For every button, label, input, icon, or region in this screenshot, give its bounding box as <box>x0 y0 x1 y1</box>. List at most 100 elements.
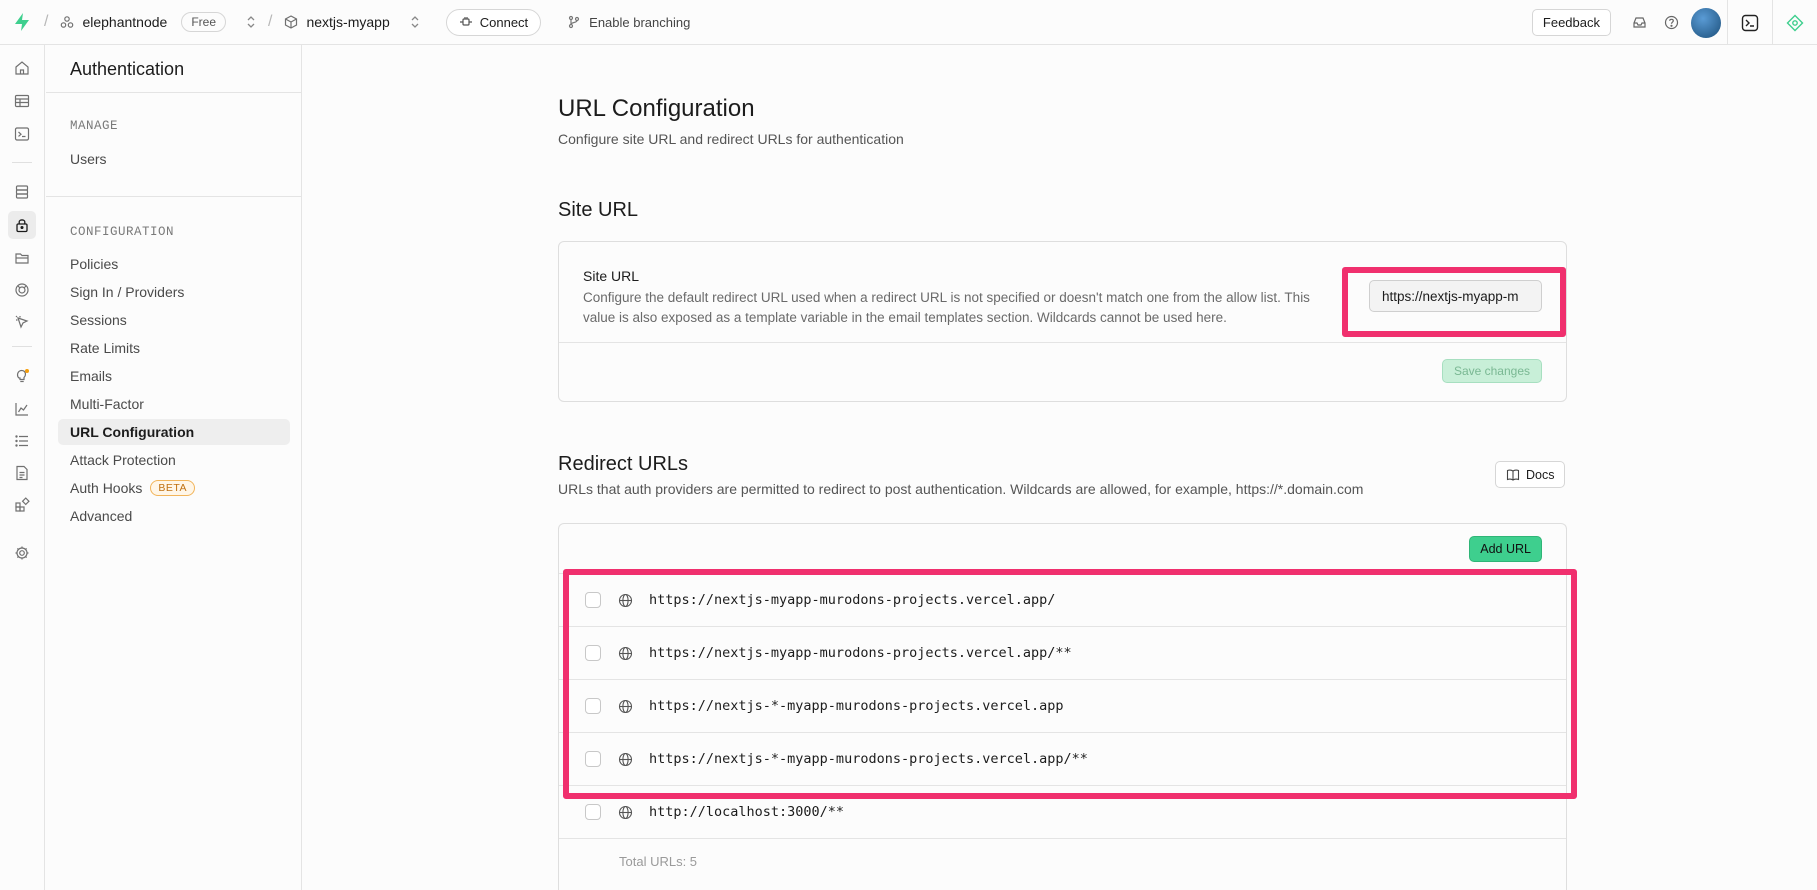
sidebar-item-multi-factor[interactable]: Multi-Factor <box>58 391 290 417</box>
sidebar-item-sign-in-providers[interactable]: Sign In / Providers <box>58 279 290 305</box>
integrations-icon[interactable] <box>8 491 36 519</box>
org-icon <box>60 15 74 29</box>
rail-divider <box>12 346 32 347</box>
home-icon[interactable] <box>8 54 36 82</box>
breadcrumb-separator: / <box>44 13 49 30</box>
reports-chart-icon[interactable] <box>8 395 36 423</box>
save-changes-button[interactable]: Save changes <box>1441 359 1542 383</box>
main-content: URL Configuration Configure site URL and… <box>302 45 1817 890</box>
row-checkbox[interactable] <box>585 751 601 767</box>
top-bar: / elephantnode Free / nextjs-myapp Conne… <box>0 0 1817 45</box>
breadcrumb-separator: / <box>268 13 273 30</box>
plan-badge: Free <box>181 12 227 32</box>
site-url-heading: Site URL <box>558 199 639 221</box>
divider <box>559 342 1566 343</box>
auth-sidebar: Authentication MANAGE Users CONFIGURATIO… <box>46 45 302 890</box>
connect-button[interactable]: Connect <box>445 8 542 36</box>
list-item: https://nextjs-myapp-murodons-projects.v… <box>559 573 1566 626</box>
list-footer: Total URLs: 5 <box>559 838 1566 883</box>
globe-icon <box>617 645 633 661</box>
sidebar-item-policies[interactable]: Policies <box>58 251 290 277</box>
edge-functions-icon[interactable] <box>8 308 36 336</box>
logs-list-icon[interactable] <box>8 427 36 455</box>
list-item: http://localhost:3000/** <box>559 785 1566 838</box>
icon-rail <box>0 45 45 890</box>
globe-icon <box>617 804 633 820</box>
realtime-icon[interactable] <box>8 276 36 304</box>
globe-icon <box>617 592 633 608</box>
sidebar-item-advanced[interactable]: Advanced <box>58 503 290 529</box>
storage-icon[interactable] <box>8 244 36 272</box>
row-checkbox[interactable] <box>585 645 601 661</box>
redirect-url-text: http://localhost:3000/** <box>649 804 845 820</box>
table-editor-icon[interactable] <box>8 87 36 115</box>
sidebar-item-rate-limits[interactable]: Rate Limits <box>58 335 290 361</box>
connect-label: Connect <box>479 14 529 30</box>
globe-icon <box>617 751 633 767</box>
sql-editor-icon[interactable] <box>8 120 36 148</box>
sidebar-item-label: Auth Hooks <box>70 480 143 496</box>
sidebar-item-url-configuration[interactable]: URL Configuration <box>58 419 290 445</box>
site-url-label: Site URL <box>583 268 640 284</box>
divider <box>46 92 302 93</box>
beta-badge: BETA <box>150 480 196 496</box>
sidebar-title: Authentication <box>70 59 185 79</box>
inbox-icon[interactable] <box>1623 7 1655 39</box>
help-icon[interactable] <box>1655 7 1687 39</box>
add-url-button[interactable]: Add URL <box>1469 536 1542 562</box>
sidebar-item-attack-protection[interactable]: Attack Protection <box>58 447 290 473</box>
terminal-icon[interactable] <box>1728 0 1772 45</box>
list-item: https://nextjs-*-myapp-murodons-projects… <box>559 679 1566 732</box>
list-item: https://nextjs-myapp-murodons-projects.v… <box>559 626 1566 679</box>
auth-lock-icon[interactable] <box>8 211 36 239</box>
sidebar-item-emails[interactable]: Emails <box>58 363 290 389</box>
plug-icon <box>459 17 472 26</box>
section-heading-manage: MANAGE <box>70 119 119 133</box>
globe-icon <box>617 698 633 714</box>
redirect-url-text: https://nextjs-*-myapp-murodons-projects… <box>649 698 1064 714</box>
page-subtitle: Configure site URL and redirect URLs for… <box>558 131 904 147</box>
box-icon <box>284 15 298 29</box>
docs-button[interactable]: Docs <box>1495 461 1566 488</box>
branch-icon <box>569 15 580 29</box>
divider <box>46 196 302 197</box>
settings-gear-icon[interactable] <box>8 539 36 567</box>
avatar[interactable] <box>1691 7 1721 38</box>
project-selector[interactable]: nextjs-myapp <box>284 14 419 30</box>
redirect-url-text: https://nextjs-myapp-murodons-projects.v… <box>649 645 1072 661</box>
branching-label: Enable branching <box>589 14 691 30</box>
row-checkbox[interactable] <box>585 698 601 714</box>
redirect-url-text: https://nextjs-myapp-murodons-projects.v… <box>649 592 1056 608</box>
rail-divider <box>12 162 32 163</box>
total-urls-count: Total URLs: 5 <box>619 853 698 869</box>
list-item: https://nextjs-*-myapp-murodons-projects… <box>559 732 1566 785</box>
page-title: URL Configuration <box>558 95 755 122</box>
redirect-urls-heading: Redirect URLs <box>558 453 689 475</box>
sidebar-item-sessions[interactable]: Sessions <box>58 307 290 333</box>
project-name: nextjs-myapp <box>306 14 390 30</box>
sidebar-item-auth-hooks[interactable]: Auth Hooks BETA <box>58 475 290 501</box>
chevron-updown-icon[interactable] <box>246 15 256 29</box>
enable-branching-button[interactable]: Enable branching <box>567 15 690 30</box>
row-checkbox[interactable] <box>585 592 601 608</box>
redirect-urls-card: Add URL https://nextjs-myapp-murodons-pr… <box>558 523 1567 890</box>
feedback-button[interactable]: Feedback <box>1531 9 1611 36</box>
org-name: elephantnode <box>82 14 168 30</box>
section-heading-configuration: CONFIGURATION <box>70 225 175 239</box>
org-selector[interactable]: elephantnode Free <box>60 12 256 32</box>
database-icon[interactable] <box>8 178 36 206</box>
docs-label: Docs <box>1526 467 1555 482</box>
assistant-icon[interactable] <box>1773 0 1817 45</box>
advisors-lightbulb-icon[interactable] <box>8 362 36 390</box>
redirect-urls-description: URLs that auth providers are permitted t… <box>558 481 1364 497</box>
redirect-url-text: https://nextjs-*-myapp-murodons-projects… <box>649 751 1088 767</box>
sidebar-item-users[interactable]: Users <box>58 146 290 172</box>
site-url-card: Site URL Configure the default redirect … <box>558 241 1567 402</box>
site-url-input[interactable] <box>1369 280 1542 312</box>
book-icon <box>1506 469 1520 481</box>
supabase-logo-icon[interactable] <box>12 12 32 32</box>
site-url-description: Configure the default redirect URL used … <box>583 290 1310 325</box>
api-docs-icon[interactable] <box>8 459 36 487</box>
row-checkbox[interactable] <box>585 804 601 820</box>
chevron-updown-icon[interactable] <box>410 15 420 29</box>
